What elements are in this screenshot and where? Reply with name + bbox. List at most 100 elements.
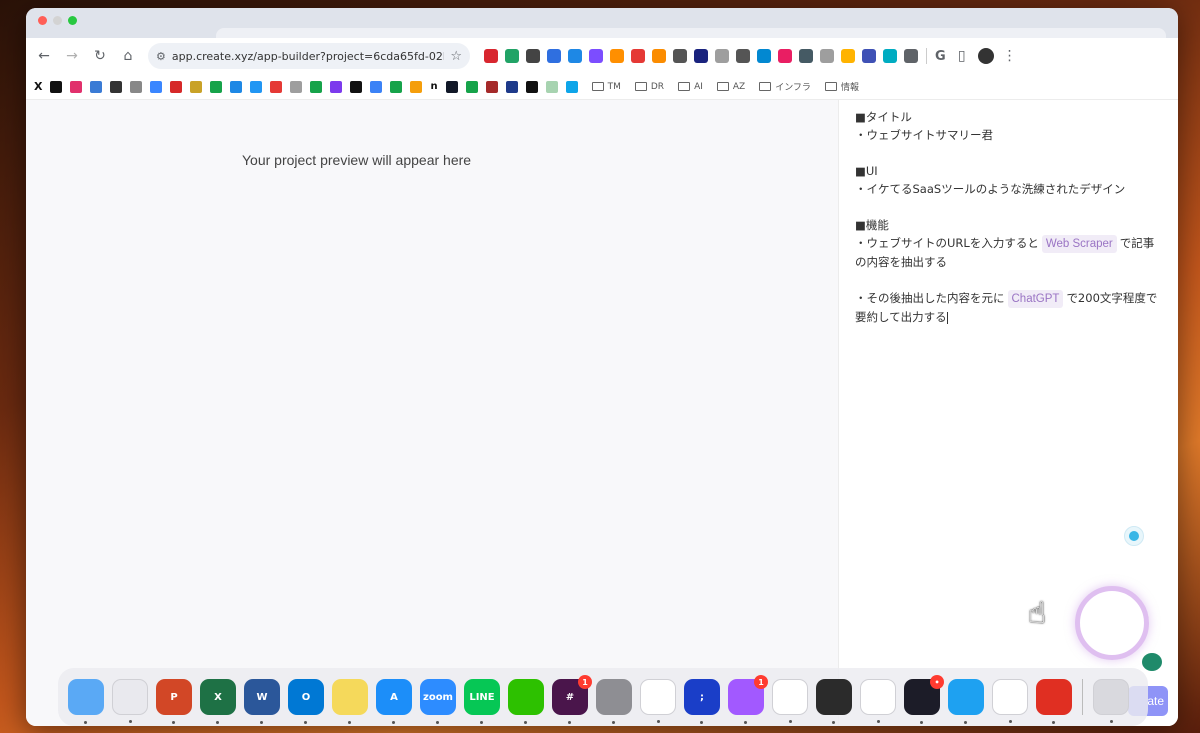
bookmark-icon[interactable] bbox=[250, 80, 263, 93]
home-icon[interactable]: ⌂ bbox=[116, 44, 140, 68]
trash-icon[interactable] bbox=[1093, 679, 1129, 723]
bookmark-icon[interactable] bbox=[445, 80, 458, 93]
side-panel-icon[interactable]: ▯ bbox=[950, 44, 974, 68]
notion-like-icon[interactable]: ; bbox=[684, 679, 720, 724]
bookmark-star-icon[interactable]: ☆ bbox=[450, 49, 462, 64]
address-bar[interactable]: ⚙ app.create.xyz/app-builder?project=6cd… bbox=[148, 43, 470, 69]
hand-cursor-icon: ☝ bbox=[1028, 596, 1047, 631]
extension-icon[interactable] bbox=[505, 49, 519, 63]
notes-icon[interactable] bbox=[332, 679, 368, 724]
extension-icon[interactable] bbox=[589, 49, 603, 63]
active-tab[interactable] bbox=[216, 28, 1166, 38]
bookmark-icon[interactable] bbox=[230, 80, 243, 93]
capcut-icon[interactable] bbox=[772, 679, 808, 723]
bookmark-icon[interactable] bbox=[545, 80, 558, 93]
bookmark-icon[interactable] bbox=[350, 80, 363, 93]
bookmark-n-icon[interactable]: n bbox=[430, 81, 437, 92]
word-icon[interactable]: W bbox=[244, 679, 280, 724]
claude-icon[interactable] bbox=[860, 679, 896, 723]
extension-icon[interactable] bbox=[904, 49, 918, 63]
line-icon[interactable]: LINE bbox=[464, 679, 500, 724]
wechat-icon[interactable] bbox=[508, 679, 544, 724]
bookmark-icon[interactable] bbox=[465, 80, 478, 93]
extension-icon[interactable] bbox=[778, 49, 792, 63]
bookmark-icon[interactable] bbox=[330, 80, 343, 93]
extension-icon[interactable] bbox=[568, 49, 582, 63]
bookmark-icon[interactable] bbox=[525, 80, 538, 93]
bookmark-x-icon[interactable]: X bbox=[34, 80, 42, 93]
bookmark-icon[interactable] bbox=[70, 80, 83, 93]
web-scraper-chip[interactable]: Web Scraper bbox=[1041, 235, 1117, 253]
safari-icon[interactable] bbox=[948, 679, 984, 724]
extension-icon[interactable] bbox=[841, 49, 855, 63]
back-icon[interactable]: ← bbox=[32, 44, 56, 68]
close-window-button[interactable] bbox=[38, 16, 47, 25]
extension-icon[interactable] bbox=[526, 49, 540, 63]
launchpad-icon[interactable] bbox=[112, 679, 148, 723]
bookmark-icon[interactable] bbox=[310, 80, 323, 93]
powerpoint-icon[interactable]: P bbox=[156, 679, 192, 724]
extension-icon[interactable] bbox=[799, 49, 813, 63]
extension-icon[interactable] bbox=[547, 49, 561, 63]
extension-icon[interactable] bbox=[610, 49, 624, 63]
menu-kebab-icon[interactable]: ⋮ bbox=[998, 44, 1022, 68]
google-icon[interactable]: G bbox=[935, 49, 946, 64]
assistant-fab-icon[interactable] bbox=[1124, 526, 1144, 546]
profile-avatar[interactable] bbox=[977, 48, 994, 64]
messenger-icon[interactable]: 1 bbox=[728, 675, 768, 724]
bookmark-icon[interactable] bbox=[565, 80, 578, 93]
extension-icon[interactable] bbox=[862, 49, 876, 63]
bookmark-icon[interactable] bbox=[190, 80, 203, 93]
extension-icon[interactable] bbox=[673, 49, 687, 63]
bookmark-icon[interactable] bbox=[370, 80, 383, 93]
bookmark-folder[interactable]: DR bbox=[634, 82, 664, 92]
bookmark-icon[interactable] bbox=[410, 80, 423, 93]
bookmark-folder[interactable]: 情報 bbox=[824, 80, 859, 93]
zoom-icon[interactable]: zoom bbox=[420, 679, 456, 724]
reload-icon[interactable]: ↻ bbox=[88, 44, 112, 68]
bookmark-icon[interactable] bbox=[290, 80, 303, 93]
bookmark-icon[interactable] bbox=[50, 80, 63, 93]
bookmark-icon[interactable] bbox=[90, 80, 103, 93]
extension-icon[interactable] bbox=[652, 49, 666, 63]
bookmark-icon[interactable] bbox=[210, 80, 223, 93]
bookmark-icon[interactable] bbox=[390, 80, 403, 93]
bookmark-folder[interactable]: AI bbox=[678, 82, 703, 92]
pinwheel-icon[interactable] bbox=[640, 679, 676, 723]
minimize-window-button[interactable] bbox=[53, 16, 62, 25]
extension-icon[interactable] bbox=[883, 49, 897, 63]
slack-icon[interactable]: #1 bbox=[552, 675, 592, 724]
url-text[interactable]: app.create.xyz/app-builder?project=6cda6… bbox=[172, 50, 444, 63]
site-settings-icon[interactable]: ⚙ bbox=[156, 50, 166, 63]
extension-icon[interactable] bbox=[694, 49, 708, 63]
outlook-icon[interactable]: O bbox=[288, 679, 324, 724]
bookmark-icon[interactable] bbox=[130, 80, 143, 93]
chatgpt-chip[interactable]: ChatGPT bbox=[1007, 290, 1064, 308]
extension-icon[interactable] bbox=[736, 49, 750, 63]
cursor-app-icon[interactable] bbox=[816, 679, 852, 724]
bookmark-icon[interactable] bbox=[485, 80, 498, 93]
bookmark-icon[interactable] bbox=[110, 80, 123, 93]
bookmark-icon[interactable] bbox=[270, 80, 283, 93]
extension-icon[interactable] bbox=[484, 49, 498, 63]
bookmark-folder[interactable]: インフラ bbox=[759, 80, 811, 93]
excel-icon[interactable]: X bbox=[200, 679, 236, 724]
extension-icon[interactable] bbox=[820, 49, 834, 63]
chrome-icon[interactable] bbox=[992, 679, 1028, 723]
app-store-icon[interactable]: A bbox=[376, 679, 412, 724]
extension-icon[interactable] bbox=[715, 49, 729, 63]
bookmark-icon[interactable] bbox=[150, 80, 163, 93]
extension-icon[interactable] bbox=[631, 49, 645, 63]
bookmark-folder[interactable]: AZ bbox=[716, 82, 745, 92]
chat-bubble-icon[interactable] bbox=[1142, 653, 1162, 671]
bookmark-icon[interactable] bbox=[505, 80, 518, 93]
forward-icon[interactable]: → bbox=[60, 44, 84, 68]
obs-icon[interactable]: • bbox=[904, 675, 944, 724]
finder-icon[interactable] bbox=[68, 679, 104, 724]
extension-icon[interactable] bbox=[757, 49, 771, 63]
acrobat-icon[interactable] bbox=[1036, 679, 1072, 724]
system-settings-icon[interactable] bbox=[596, 679, 632, 724]
fullscreen-window-button[interactable] bbox=[68, 16, 77, 25]
bookmark-folder[interactable]: TM bbox=[591, 82, 621, 92]
bookmark-icon[interactable] bbox=[170, 80, 183, 93]
